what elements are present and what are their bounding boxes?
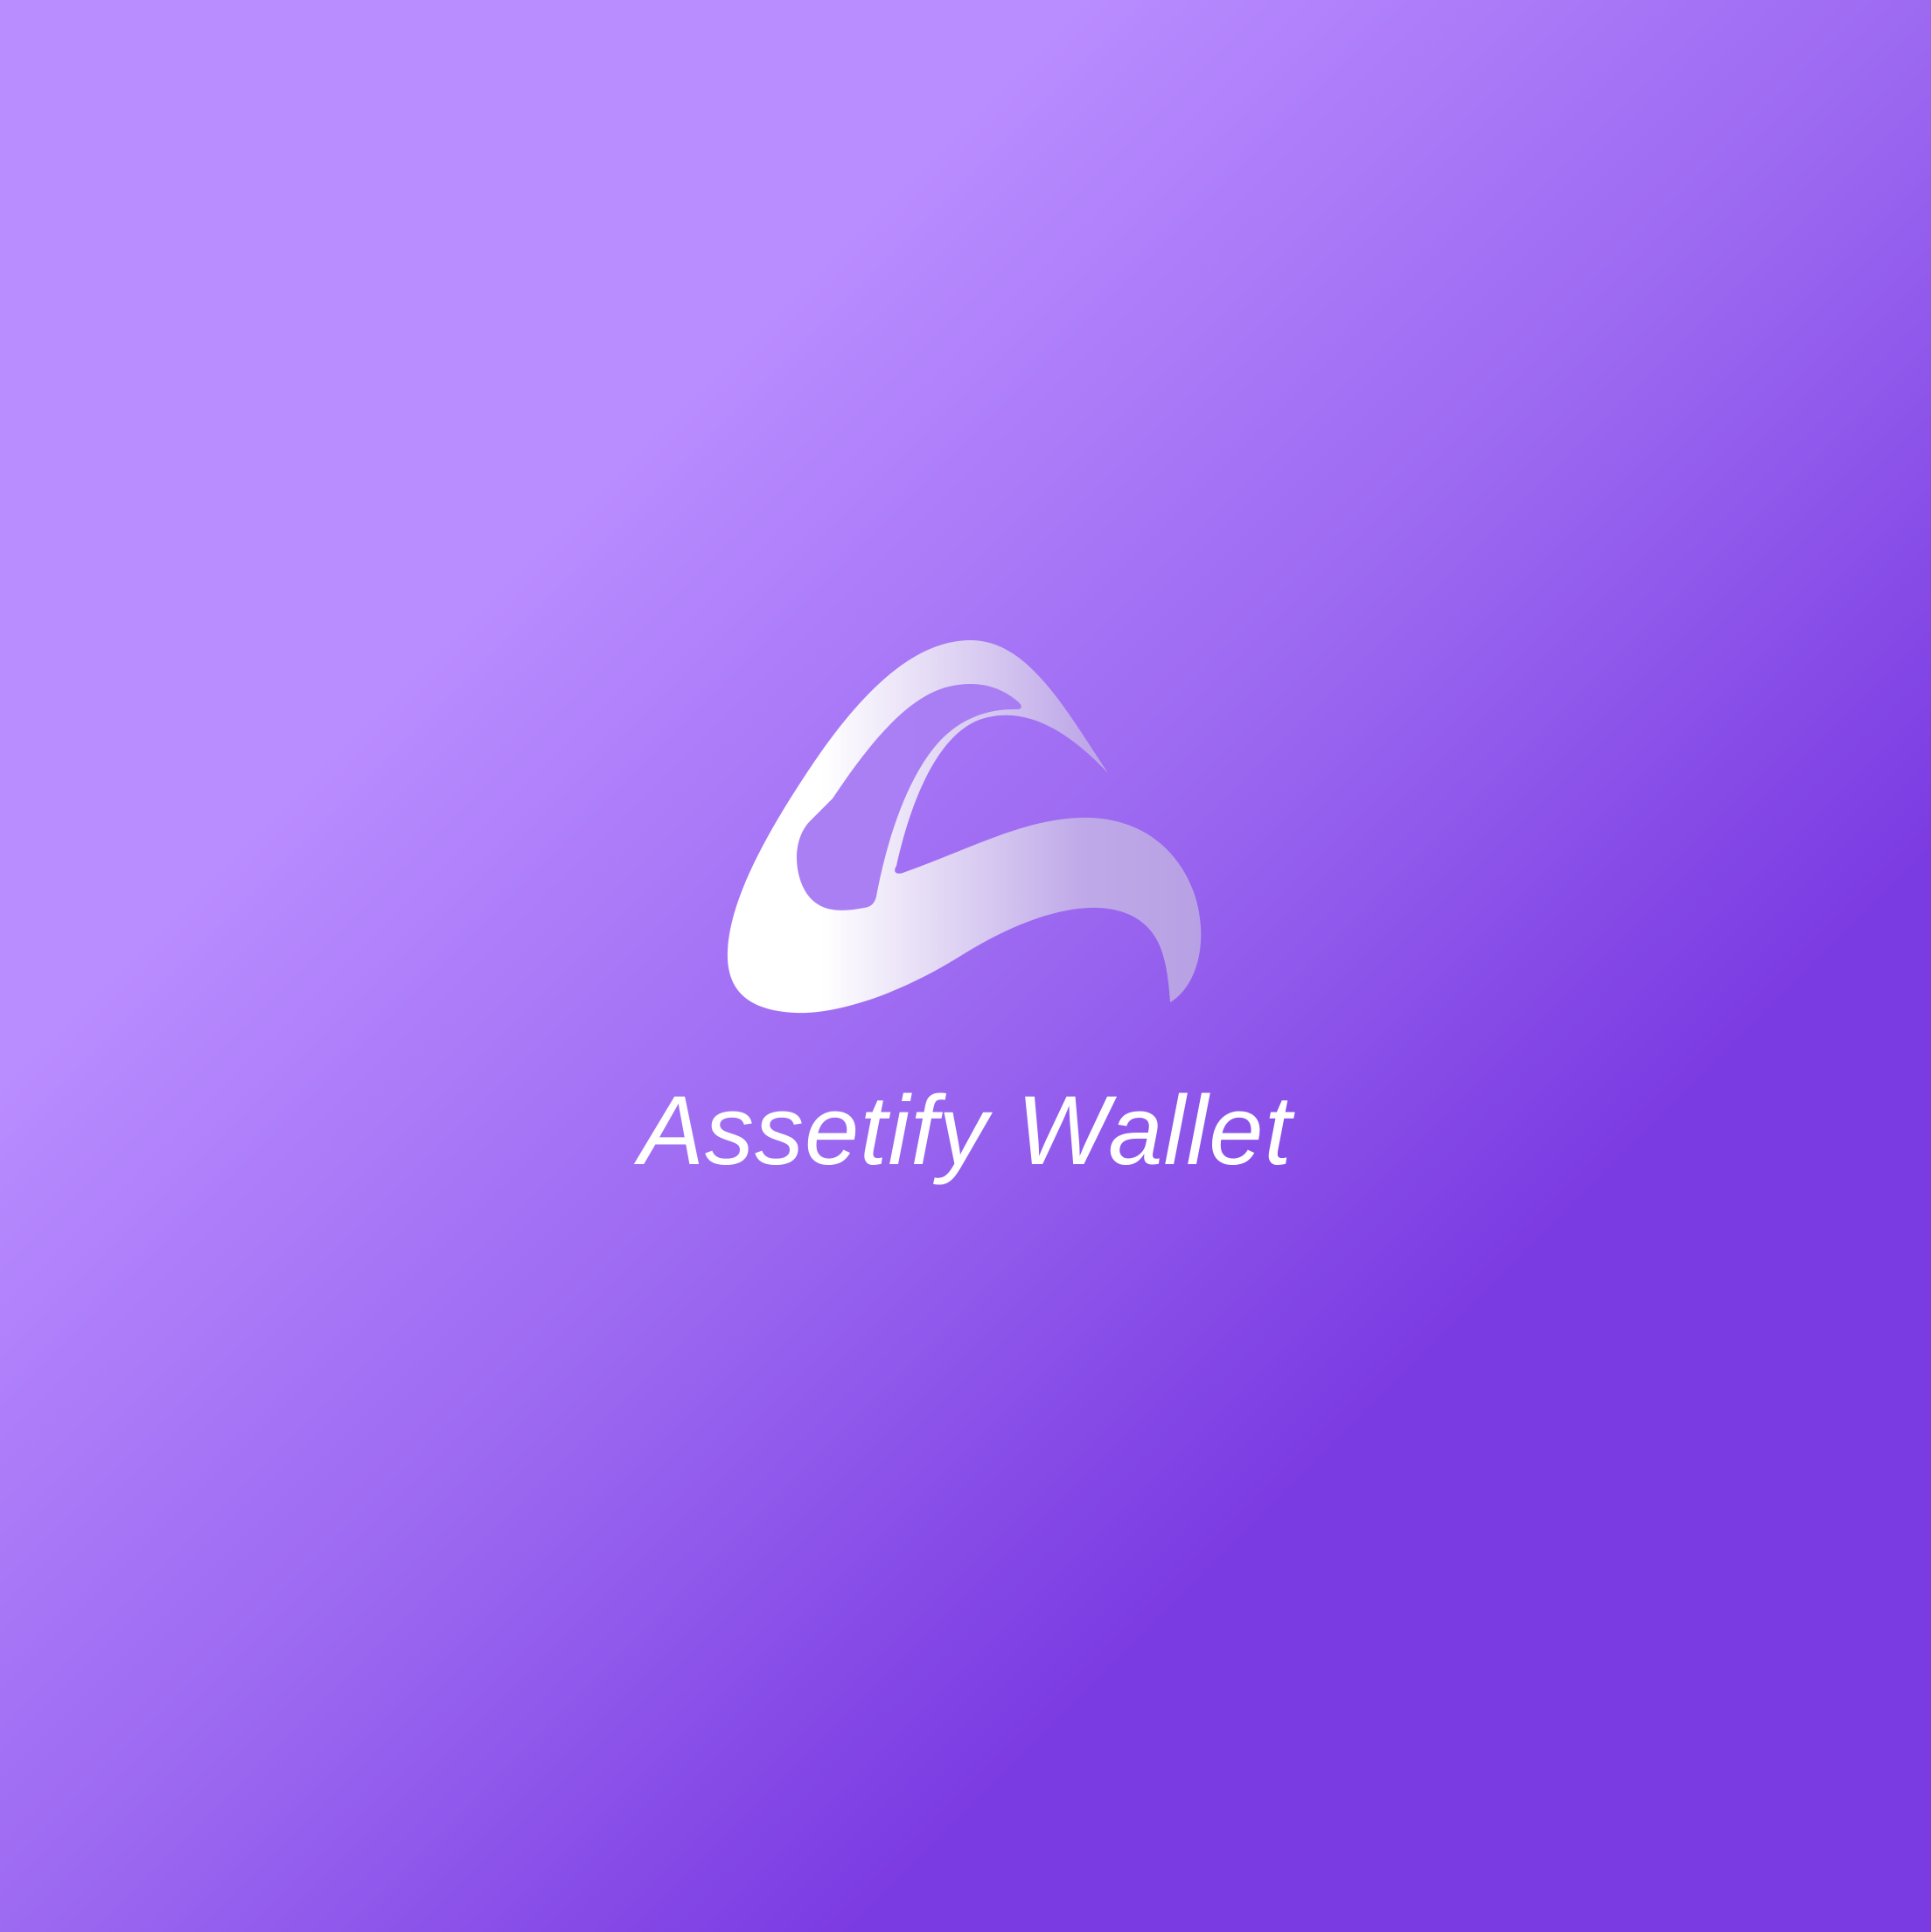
assetify-logo-icon [682,612,1242,1032]
splash-screen: Assetify Wallet [0,0,1931,1932]
app-name: Assetify Wallet [638,1076,1293,1185]
